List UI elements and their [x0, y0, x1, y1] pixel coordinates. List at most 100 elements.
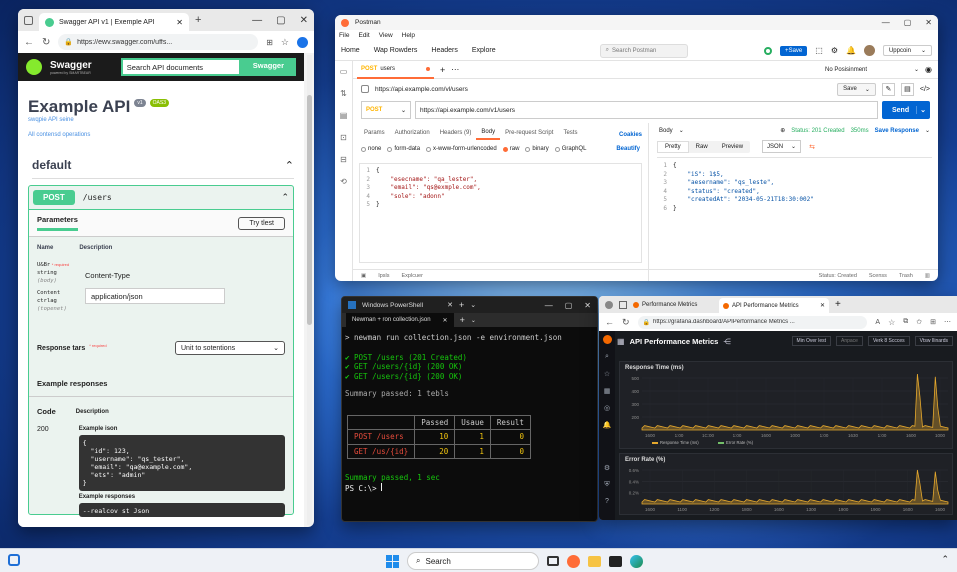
close-icon[interactable]: ✕ — [925, 18, 932, 27]
code-icon[interactable]: </> — [920, 86, 930, 93]
body-option-radio[interactable]: raw — [502, 146, 519, 152]
chevron-up-icon[interactable]: ⌃ — [281, 192, 289, 203]
close-tab-icon[interactable]: ✕ — [443, 317, 448, 324]
apis-icon[interactable]: ⇅ — [340, 89, 347, 98]
new-tab-icon[interactable]: + — [195, 14, 201, 26]
profile-icon[interactable] — [297, 36, 308, 48]
monitor-icon[interactable]: ⊟ — [340, 155, 347, 164]
close-tab-icon[interactable]: ✕ — [447, 301, 453, 309]
docs-icon[interactable]: ▤ — [900, 82, 914, 96]
extensions-icon[interactable]: ⋯ — [944, 318, 951, 326]
bootcamp-icon[interactable]: ▣ — [361, 273, 366, 279]
request-tab-item[interactable]: Headers (9) — [435, 130, 477, 139]
variables-button[interactable]: Verk 8 Sccces — [867, 336, 910, 346]
menu-item-help[interactable]: Help — [402, 32, 415, 39]
chevron-up-icon[interactable]: ⌃ — [941, 554, 949, 565]
save-response-button[interactable]: Save Response — [875, 128, 919, 134]
settings-icon[interactable]: ⚙ — [604, 464, 610, 472]
menu-item-edit[interactable]: Edit — [358, 32, 369, 39]
body-option-radio[interactable]: none — [361, 146, 381, 152]
new-tab-icon[interactable]: + — [460, 315, 465, 325]
content-type-input[interactable]: application/json — [85, 287, 225, 304]
avatar[interactable] — [863, 45, 875, 56]
sync-icon[interactable] — [764, 46, 773, 55]
layout-icon[interactable]: ▥ — [925, 273, 930, 279]
mock-icon[interactable]: ⊡ — [340, 133, 347, 142]
task-view-icon[interactable] — [547, 556, 559, 566]
capture-icon[interactable]: ⬚ — [815, 46, 823, 55]
nav-item[interactable]: Wap Rowders — [374, 47, 418, 54]
response-content-select[interactable]: Unit to sotentions ⌄ — [175, 341, 285, 355]
tab-menu-icon[interactable]: ⌄ — [471, 317, 476, 324]
request-tab-item[interactable]: Pre-request Script — [500, 130, 558, 139]
grafana-logo-icon[interactable] — [602, 335, 612, 344]
section-default[interactable]: default ⌃ — [32, 158, 294, 179]
request-tab-item[interactable]: Params — [359, 130, 390, 139]
body-option-radio[interactable]: GraphQL — [554, 146, 586, 152]
browser-tab-api-metrics[interactable]: API Performance Metrics ✕ — [719, 298, 829, 313]
sidebar-icon[interactable] — [24, 15, 33, 25]
eye-icon[interactable]: ◉ — [925, 65, 932, 74]
split-icon[interactable]: ⧉ — [903, 318, 908, 326]
menu-item-file[interactable]: File — [339, 32, 349, 39]
request-tab-item[interactable]: Tests — [558, 130, 582, 139]
postman-search[interactable]: ⌕ Search Postman — [599, 43, 688, 58]
nav-item[interactable]: Home — [341, 47, 360, 54]
favorite-icon[interactable]: ☆ — [281, 37, 289, 48]
request-tab-item[interactable]: Body — [476, 129, 501, 140]
alerting-icon[interactable]: 🔔 — [603, 421, 612, 429]
profile-icon[interactable] — [605, 300, 613, 309]
request-body-editor[interactable]: 1{2 "esecname": "qa_lester", 3 "email": "… — [359, 163, 642, 263]
close-icon[interactable]: ✕ — [300, 15, 308, 26]
maximize-icon[interactable]: ▢ — [904, 18, 912, 27]
menu-item-view[interactable]: View — [379, 32, 393, 39]
back-icon[interactable]: ← — [605, 317, 614, 327]
minimize-icon[interactable]: — — [545, 301, 553, 310]
nav-item[interactable]: Explore — [472, 47, 496, 54]
environments-icon[interactable]: ▤ — [340, 111, 348, 120]
terminal-output[interactable]: > newman run collection.json -e environm… — [342, 327, 597, 499]
bell-icon[interactable]: 🔔 — [846, 46, 856, 55]
settings-icon[interactable]: ⚙ — [831, 46, 838, 55]
response-time-panel[interactable]: Response Time (ms) 500 400 300 200 1600 1:00 1… — [619, 361, 953, 449]
response-tab[interactable]: Pretty — [657, 140, 689, 153]
back-icon[interactable]: ← — [24, 37, 34, 48]
request-tab[interactable]: POST users — [357, 61, 435, 79]
widgets-icon[interactable] — [8, 554, 20, 566]
read-aloud-icon[interactable]: A — [875, 319, 880, 326]
refresh-icon[interactable]: ↻ — [42, 37, 50, 48]
more-tabs-icon[interactable]: ⋯ — [451, 65, 459, 74]
maximize-icon[interactable]: ▢ — [565, 301, 573, 310]
nav-item[interactable]: Headers — [431, 47, 457, 54]
terminal-taskbar-icon[interactable] — [609, 555, 622, 567]
wrap-icon[interactable]: ⇆ — [809, 143, 815, 151]
history-icon[interactable]: ⟲ — [340, 177, 347, 186]
help-icon[interactable]: ? — [605, 498, 609, 505]
save-request-button[interactable]: Save ⌄ — [837, 82, 876, 96]
error-rate-panel[interactable]: Error Rate (%) 0.6% 0.4% 0.2% 1600 1100 1200 1… — [619, 453, 953, 515]
analyze-button[interactable]: Anpace — [836, 336, 863, 346]
explore-icon[interactable]: ◎ — [604, 404, 610, 412]
body-option-radio[interactable]: form-data — [387, 146, 420, 152]
postman-taskbar-icon[interactable] — [567, 554, 580, 568]
collections-icon[interactable]: ⊞ — [930, 318, 936, 326]
favorites-icon[interactable]: ✩ — [916, 318, 922, 326]
browser-tab-swagger[interactable]: Swagger API v1 | Exemple API ✕ — [39, 13, 189, 31]
send-button[interactable]: Send ⌄ — [882, 101, 930, 119]
swagger-explore-button[interactable]: Swagger — [240, 58, 296, 76]
collections-icon[interactable]: ▭ — [340, 67, 348, 76]
close-tab-icon[interactable]: ✕ — [176, 18, 183, 27]
new-request-tab-icon[interactable]: + — [440, 65, 445, 75]
address-bar[interactable]: 🔒 https://ewv.swagger.com/uffs... — [58, 34, 259, 50]
request-tab-item[interactable]: Authorization — [390, 130, 435, 139]
tab-actions-icon[interactable] — [619, 300, 627, 309]
response-tab[interactable]: Raw — [689, 142, 715, 152]
address-bar[interactable]: 🔒 https://grafana.dashboard/APIPerformanc… — [637, 315, 868, 329]
maximize-icon[interactable]: ▢ — [276, 15, 285, 26]
edge-icon[interactable] — [630, 554, 643, 568]
environment-select[interactable]: No Posisinment ⌄ — [825, 66, 919, 74]
terminal-tab[interactable]: Newman + ron collection.json ✕ — [346, 313, 454, 327]
edit-icon[interactable]: ✎ — [881, 82, 895, 96]
favorite-icon[interactable]: ☆ — [888, 318, 895, 327]
body-option-radio[interactable]: binary — [525, 146, 549, 152]
